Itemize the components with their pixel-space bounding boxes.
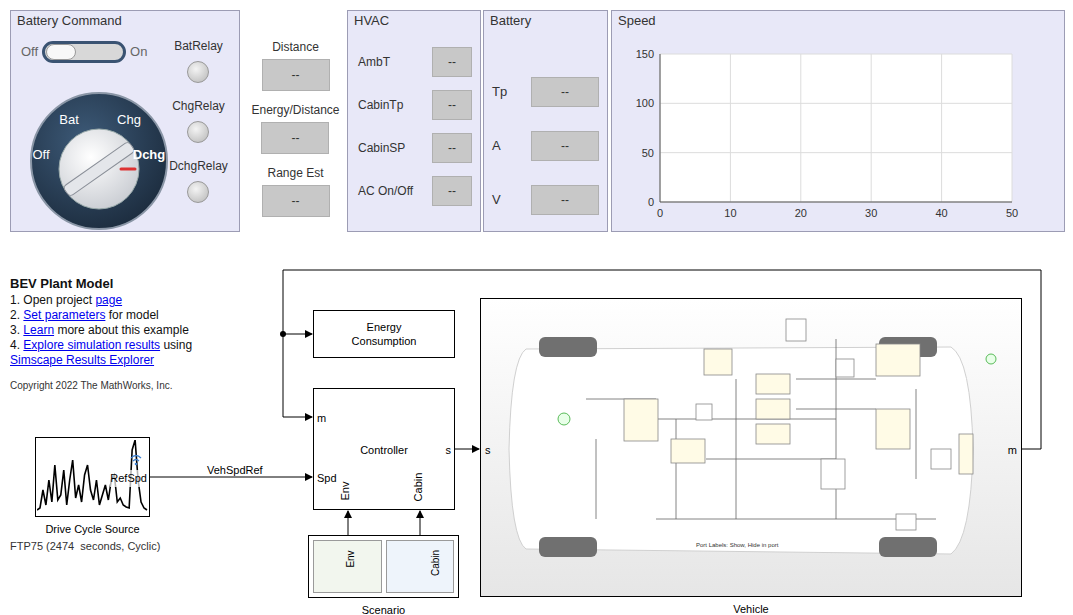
x-tick: 20	[795, 207, 807, 219]
port-label: RefSpd	[110, 470, 147, 487]
lamp-indicator	[187, 121, 209, 143]
panel-title: HVAC	[354, 13, 389, 29]
port-label: m	[317, 410, 326, 427]
wireless-icon	[129, 454, 143, 466]
scenario-label: Scenario	[308, 602, 459, 615]
port-label: Cabin	[412, 473, 424, 502]
hvac-row: AC On/Off--	[348, 176, 480, 206]
energy-consumption-block[interactable]: Energy Consumption	[313, 310, 455, 358]
display-box: --	[432, 90, 472, 120]
readout: Distance--	[262, 38, 330, 91]
model-canvas: BEV Plant Model 1. Open project page2. Se…	[0, 240, 1073, 615]
knob-label: Dchg	[133, 147, 166, 162]
port-label: Cabin	[430, 550, 442, 576]
y-tick: 100	[636, 97, 654, 109]
port-label: s	[446, 442, 452, 459]
x-tick: 50	[1006, 207, 1018, 219]
knob-grip-icon	[63, 141, 135, 197]
display-box: --	[432, 176, 472, 206]
drive-cycle-block[interactable]: RefSpd	[35, 437, 150, 517]
y-tick: 150	[636, 48, 654, 60]
battery-row: A--	[484, 131, 607, 161]
panel-title: Battery Command	[17, 13, 122, 29]
dashboard: Battery CommandOffOnBatChgOffDchgBatRela…	[0, 0, 1073, 240]
readout: Range Est--	[262, 164, 330, 217]
x-tick: 0	[657, 207, 663, 219]
lamp-indicator	[187, 61, 209, 83]
hvac-row: CabinTp--	[348, 90, 480, 120]
display-box: --	[262, 185, 330, 217]
relay-lamp: ChgRelay	[172, 97, 225, 143]
drive-cycle-info: FTP75 (2474 seconds, Cyclic)	[10, 538, 180, 555]
hvac-panel: HVAC AmbT-- CabinTp-- CabinSP-- AC On/Off--	[347, 10, 481, 232]
speed-panel: Speed 150 100 50 00 10 20 30 40 50	[611, 10, 1065, 232]
x-tick: 30	[865, 207, 877, 219]
notes-title: BEV Plant Model	[10, 276, 255, 291]
switch-thumb	[46, 44, 76, 60]
vehicle-schematic-icon	[481, 299, 1021, 596]
relay-lamp: DchgRelay	[169, 157, 228, 203]
battery-command-panel: Battery CommandOffOnBatChgOffDchgBatRela…	[10, 10, 240, 232]
readouts-column: Distance-- Energy/Distance-- Range Est--	[248, 10, 343, 217]
port-label: m	[1008, 442, 1017, 459]
signal-label: VehSpdRef	[207, 462, 263, 479]
lamp-indicator	[187, 181, 209, 203]
vehicle-block[interactable]: s m Port Labels: Show, Hide in port	[480, 298, 1022, 597]
relay-lamps: BatRelay ChgRelay DchgRelay	[161, 37, 236, 203]
notes-step: 2. Set parameters for model	[10, 308, 255, 323]
knob-label: Bat	[59, 112, 79, 127]
y-tick: 50	[642, 147, 654, 159]
display-box: --	[531, 185, 599, 215]
notes-step: 1. Open project page	[10, 293, 255, 308]
block-title: Controller	[314, 442, 454, 459]
notes-link[interactable]: Set parameters	[23, 308, 105, 322]
drive-cycle-label: Drive Cycle Source	[20, 521, 165, 538]
scenario-cabin-subsystem: Cabin	[386, 540, 455, 593]
display-box: --	[432, 47, 472, 77]
port-label: Env	[345, 550, 357, 567]
display-box: --	[432, 133, 472, 163]
battery-row: V--	[484, 185, 607, 215]
battery-row: Tp--	[484, 77, 607, 107]
port-labels-note[interactable]: Port Labels: Show, Hide in port	[696, 541, 778, 550]
port-label: s	[485, 442, 491, 459]
mode-knob[interactable]: Bat Chg Off Dchg	[11, 56, 187, 231]
battery-panel: Battery Tp-- A-- V--	[483, 10, 608, 232]
readout: Energy/Distance--	[251, 101, 339, 154]
notes-step: 3. Learn more about this example	[10, 323, 255, 338]
notes-link[interactable]: Explore simulation results	[23, 338, 160, 352]
notes-step: 4. Explore simulation results usingSimsc…	[10, 338, 255, 368]
port-label: Spd	[317, 470, 337, 487]
display-box: --	[531, 131, 599, 161]
copyright: Copyright 2022 The MathWorks, Inc.	[10, 378, 255, 393]
speed-chart: 150 100 50 00 10 20 30 40 50	[612, 11, 1064, 231]
vehicle-label: Vehicle	[480, 601, 1022, 615]
x-tick: 10	[724, 207, 736, 219]
panel-title: Battery	[490, 13, 531, 29]
notes-link[interactable]: Learn	[23, 323, 54, 337]
y-tick: 0	[648, 196, 654, 208]
panel-title: Speed	[618, 13, 656, 29]
hvac-row: AmbT--	[348, 47, 480, 77]
notes-link[interactable]: Simscape Results Explorer	[10, 353, 154, 367]
knob-label: Chg	[117, 112, 141, 127]
knob-label: Off	[32, 147, 49, 162]
model-notes: BEV Plant Model 1. Open project page2. Se…	[10, 276, 255, 393]
scenario-block[interactable]: Env Cabin	[308, 535, 459, 598]
x-tick: 40	[935, 207, 947, 219]
relay-lamp: BatRelay	[174, 37, 223, 83]
switch-off-label: Off	[21, 42, 38, 62]
switch-on-label: On	[130, 42, 147, 62]
port-label: Env	[339, 482, 351, 501]
notes-link[interactable]: page	[95, 293, 122, 307]
hvac-row: CabinSP--	[348, 133, 480, 163]
power-switch[interactable]: Off On	[21, 41, 147, 63]
scenario-env-subsystem: Env	[313, 540, 382, 593]
app: Battery CommandOffOnBatChgOffDchgBatRela…	[0, 0, 1073, 615]
knob-pointer-icon	[121, 168, 135, 171]
display-box: --	[531, 77, 599, 107]
display-box: --	[262, 59, 330, 91]
display-box: --	[261, 122, 329, 154]
controller-block[interactable]: m Spd sController Env Cabin	[313, 388, 455, 510]
